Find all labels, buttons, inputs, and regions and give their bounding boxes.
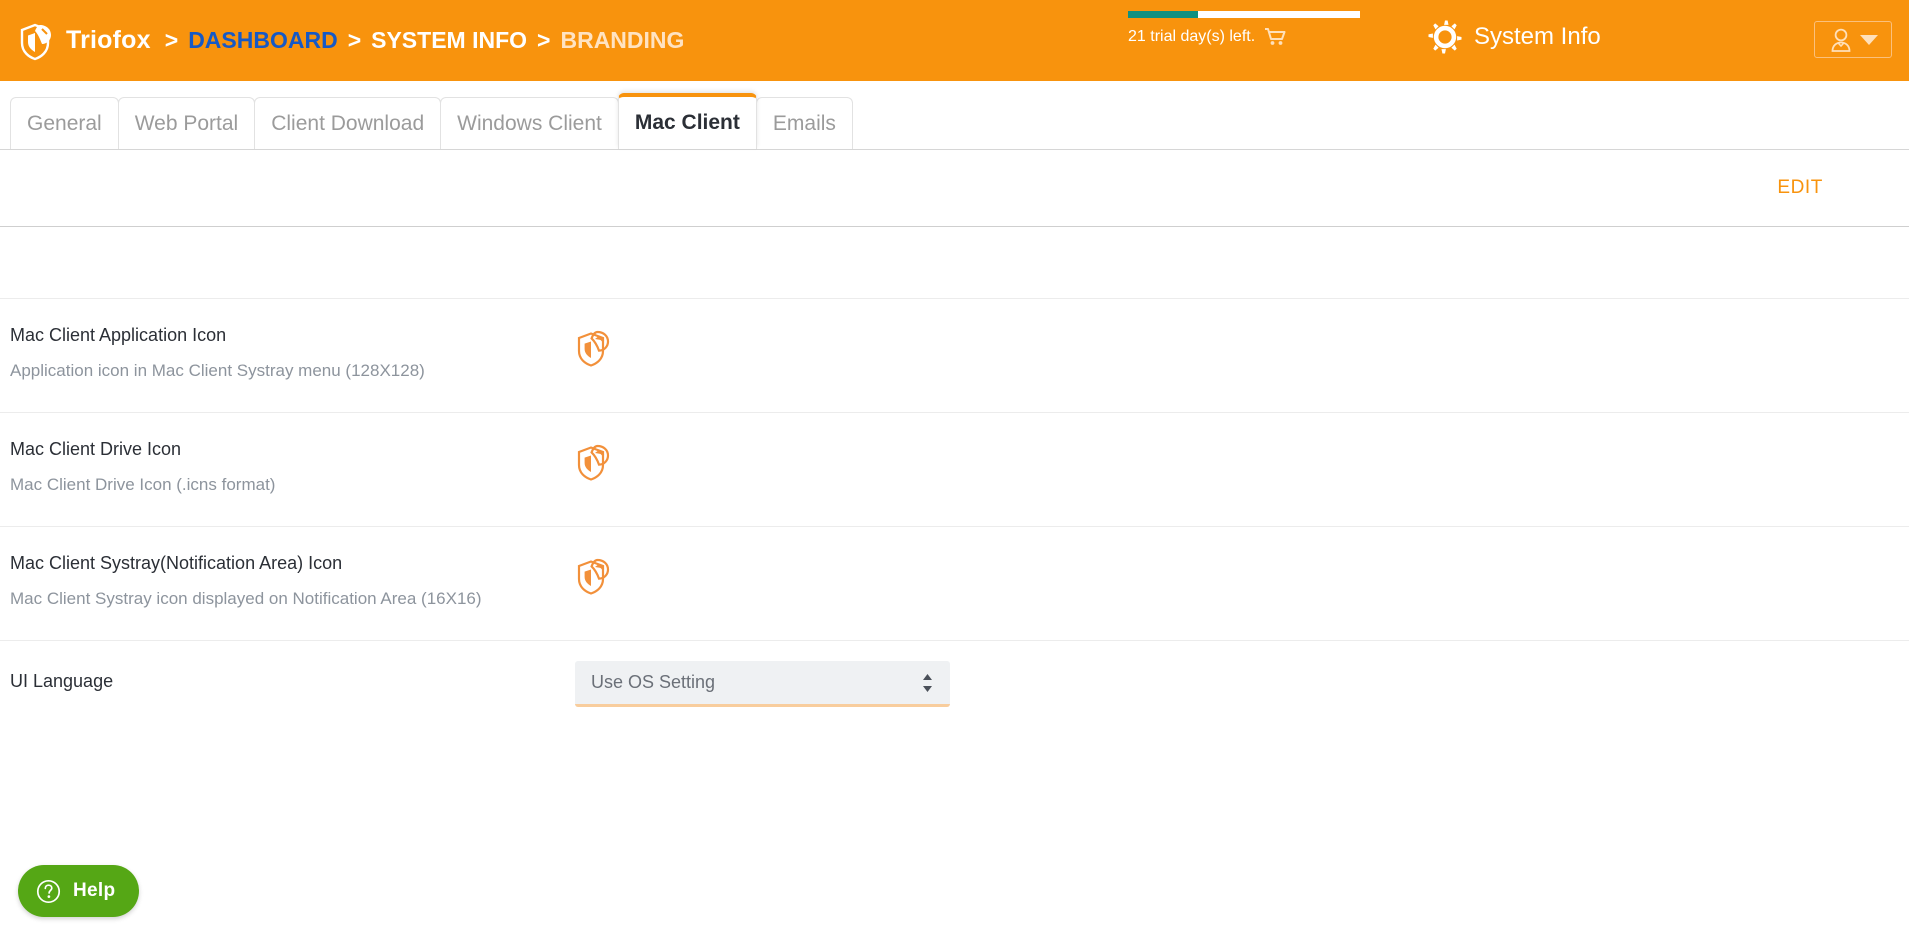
branding-settings-content: Mac Client Application Icon Application … [0, 226, 1909, 760]
brand-name: Triofox [66, 26, 151, 54]
action-bar: EDIT [0, 149, 1909, 226]
shield-logo-icon [18, 21, 54, 61]
setting-value [575, 440, 1909, 482]
triofox-shield-icon[interactable] [575, 442, 1909, 482]
tab-general[interactable]: General [10, 97, 119, 149]
tab-windows-client-label: Windows Client [457, 111, 602, 135]
shopping-cart-icon[interactable] [1264, 27, 1286, 46]
question-circle-icon [36, 879, 61, 904]
brand[interactable]: Triofox [0, 21, 151, 61]
chevron-down-icon [1859, 34, 1878, 45]
setting-row-mac-app-icon: Mac Client Application Icon Application … [0, 298, 1909, 412]
setting-value [575, 554, 1909, 596]
breadcrumb-system-info[interactable]: SYSTEM INFO [371, 27, 527, 54]
breadcrumb-separator-2: > [347, 27, 362, 53]
ui-language-label: UI Language [10, 671, 114, 691]
gear-icon [1428, 20, 1462, 54]
tab-windows-client[interactable]: Windows Client [440, 97, 619, 149]
sort-updown-icon [921, 672, 934, 694]
breadcrumb-branding: BRANDING [560, 27, 685, 53]
tab-general-label: General [27, 111, 102, 135]
tab-mac-client[interactable]: Mac Client [617, 93, 757, 149]
ui-language-selected-value: Use OS Setting [591, 672, 716, 692]
content-top-spacer [0, 226, 1909, 298]
user-menu-button[interactable] [1814, 21, 1892, 58]
help-label: Help [73, 880, 116, 901]
setting-description: Mac Client Systray icon displayed on Not… [10, 588, 482, 608]
trial-progress-bar [1128, 11, 1360, 18]
setting-labels: Mac Client Application Icon Application … [0, 325, 575, 380]
setting-title: Mac Client Drive Icon [10, 439, 182, 459]
tab-emails-label: Emails [772, 111, 836, 135]
breadcrumb-separator-1: > [164, 27, 179, 53]
breadcrumb: > DASHBOARD > SYSTEM INFO > BRANDING [165, 27, 685, 54]
tab-mac-client-label: Mac Client [634, 111, 740, 134]
setting-description: Mac Client Drive Icon (.icns format) [10, 474, 276, 494]
trial-days-label: 21 trial day(s) left. [1128, 27, 1256, 45]
app-header: Triofox > DASHBOARD > SYSTEM INFO > BRAN… [0, 0, 1909, 81]
setting-labels: UI Language [0, 671, 575, 692]
tab-web-portal[interactable]: Web Portal [117, 97, 256, 149]
setting-labels: Mac Client Drive Icon Mac Client Drive I… [0, 439, 575, 494]
tab-emails[interactable]: Emails [755, 97, 853, 149]
system-info-label: System Info [1474, 23, 1601, 50]
tab-client-download-label: Client Download [271, 111, 425, 135]
setting-row-ui-language: UI Language Use OS Setting [0, 640, 1909, 760]
edit-button[interactable]: EDIT [1773, 171, 1827, 205]
tab-web-portal-label: Web Portal [134, 111, 239, 135]
tab-client-download[interactable]: Client Download [254, 97, 442, 149]
branding-tabstrip: General Web Portal Client Download Windo… [0, 81, 1909, 149]
trial-progress-fill [1128, 11, 1198, 18]
setting-title: Mac Client Application Icon [10, 325, 227, 345]
setting-value: Use OS Setting [575, 661, 1909, 707]
setting-row-mac-drive-icon: Mac Client Drive Icon Mac Client Drive I… [0, 412, 1909, 526]
setting-title: Mac Client Systray(Notification Area) Ic… [10, 553, 343, 573]
setting-row-mac-systray-icon: Mac Client Systray(Notification Area) Ic… [0, 526, 1909, 640]
trial-status: 21 trial day(s) left. [1128, 11, 1360, 46]
triofox-shield-icon[interactable] [575, 556, 1909, 596]
ui-language-select[interactable]: Use OS Setting [575, 661, 950, 707]
setting-labels: Mac Client Systray(Notification Area) Ic… [0, 553, 575, 608]
help-button[interactable]: Help [18, 865, 140, 917]
system-info-indicator[interactable]: System Info [1428, 20, 1601, 54]
breadcrumb-dashboard[interactable]: DASHBOARD [188, 27, 338, 54]
triofox-shield-icon[interactable] [575, 328, 1909, 368]
setting-description: Application icon in Mac Client Systray m… [10, 360, 425, 380]
breadcrumb-separator-3: > [537, 27, 551, 53]
setting-value [575, 326, 1909, 368]
user-avatar-icon [1829, 27, 1857, 53]
